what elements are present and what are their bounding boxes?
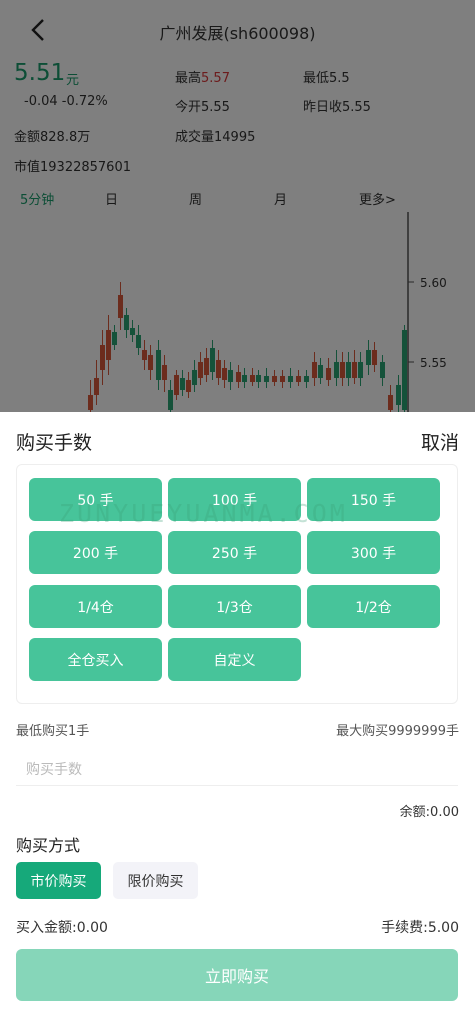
market-order-button[interactable]: 市价购买 <box>16 862 101 899</box>
modal-overlay[interactable] <box>0 0 475 412</box>
stock-detail-page: 广州发展(sh600098) 5.51 元 -0.04 -0.72% 最高5.5… <box>0 0 475 412</box>
qty-full-position-button[interactable]: 全仓买入 <box>29 638 162 681</box>
fee-label: 手续费:5.00 <box>381 920 459 936</box>
qty-third-position-button[interactable]: 1/3仓 <box>168 585 301 628</box>
max-buy-label: 最大购买9999999手 <box>336 724 459 739</box>
qty-half-position-button[interactable]: 1/2仓 <box>307 585 440 628</box>
qty-200-button[interactable]: 200 手 <box>29 531 162 574</box>
min-buy-label: 最低购买1手 <box>16 724 90 739</box>
buy-sheet: 购买手数 取消 50 手 100 手 150 手 200 手 250 手 300… <box>0 412 475 1024</box>
qty-quarter-position-button[interactable]: 1/4仓 <box>29 585 162 628</box>
quantity-options-panel: 50 手 100 手 150 手 200 手 250 手 300 手 1/4仓 … <box>16 464 458 704</box>
qty-300-button[interactable]: 300 手 <box>307 531 440 574</box>
buy-amount-label: 买入金额:0.00 <box>16 920 108 936</box>
qty-custom-button[interactable]: 自定义 <box>168 638 301 681</box>
qty-250-button[interactable]: 250 手 <box>168 531 301 574</box>
quantity-input[interactable] <box>16 754 458 786</box>
sheet-header: 购买手数 取消 <box>16 428 459 458</box>
buy-now-button[interactable]: 立即购买 <box>16 949 458 1001</box>
cancel-button[interactable]: 取消 <box>421 428 459 455</box>
qty-100-button[interactable]: 100 手 <box>168 478 301 521</box>
purchase-method-title: 购买方式 <box>16 836 81 855</box>
limit-order-button[interactable]: 限价购买 <box>113 862 198 899</box>
qty-150-button[interactable]: 150 手 <box>307 478 440 521</box>
order-summary: 买入金额:0.00 手续费:5.00 <box>16 917 459 937</box>
buy-limits: 最低购买1手 最大购买9999999手 <box>16 720 459 740</box>
balance-label: 余额:0.00 <box>399 805 459 820</box>
sheet-title: 购买手数 <box>16 432 93 454</box>
qty-50-button[interactable]: 50 手 <box>29 478 162 521</box>
